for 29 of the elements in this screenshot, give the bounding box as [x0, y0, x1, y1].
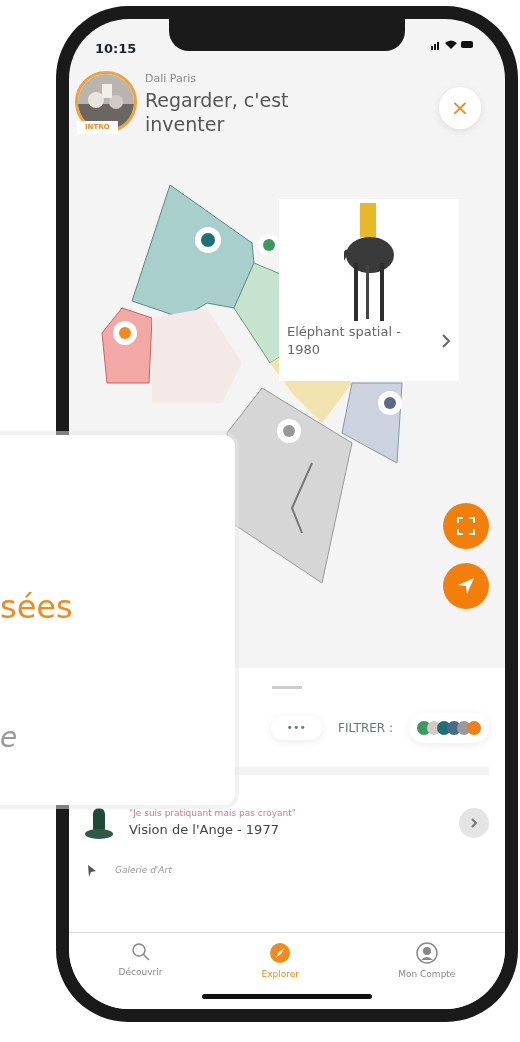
open-button[interactable] [459, 808, 489, 839]
tour-title: Regarder, c'est inventer [145, 87, 290, 137]
artwork-title[interactable]: Eléphant spatial - 1980 [287, 322, 427, 360]
tab-button[interactable]: Mon Compte [392, 940, 462, 982]
more-button[interactable]: ••• [270, 715, 323, 741]
chevron-icon [470, 818, 478, 829]
drag-handle[interactable] [272, 685, 302, 689]
navigation-arrow-icon [457, 576, 475, 595]
card-text: e [0, 720, 18, 756]
chevron-icon[interactable] [441, 334, 451, 349]
filter-dots[interactable] [409, 712, 489, 743]
user-icon [415, 941, 438, 964]
status-icons [431, 39, 475, 50]
gallery-label: Galerie d'Art [115, 864, 172, 878]
expand-button[interactable] [443, 502, 489, 549]
tab-button[interactable]: Explorer [255, 940, 306, 982]
status-time: 10:15 [95, 40, 137, 58]
compass-icon [269, 941, 292, 964]
filter-label: FILTRER : [338, 719, 393, 737]
intro-avatar[interactable] [75, 71, 137, 133]
artwork-title[interactable]: Vision de l'Ange - 1977 [129, 820, 443, 840]
locate-button[interactable] [443, 562, 489, 609]
venue-name: Dali Paris [145, 71, 197, 87]
search-icon [130, 941, 151, 962]
card-heading: sées [0, 587, 73, 628]
close-button[interactable]: × [439, 87, 481, 129]
tab-button[interactable]: Découvrir [112, 940, 169, 982]
expand-icon [457, 516, 475, 535]
artwork-quote: "Je suis pratiquant mais pas croyant" [129, 806, 297, 820]
